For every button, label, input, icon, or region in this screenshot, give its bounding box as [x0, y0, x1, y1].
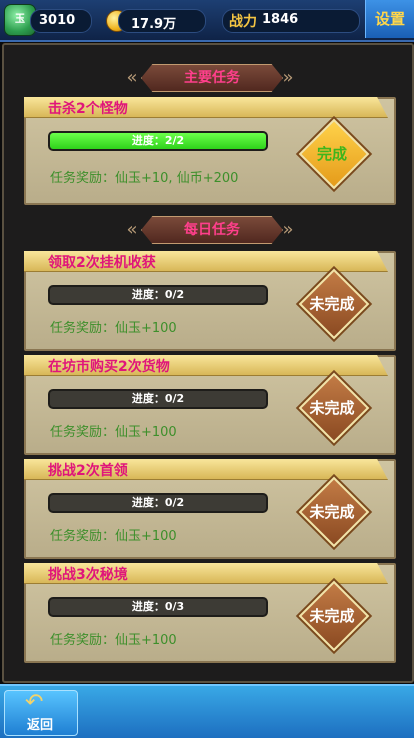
- settings-button[interactable]: 设置: [365, 0, 414, 38]
- main-task-heading: 主要任务: [141, 64, 283, 92]
- task-title: 领取2次挂机收获: [48, 255, 156, 271]
- daily-task-card: 挑战2次首领 进度：0/2 任务奖励：仙玉+100 未完成: [24, 459, 396, 559]
- task-title: 挑战2次首领: [48, 463, 128, 479]
- progress-bar: 进度：0/2: [48, 285, 268, 305]
- back-arrow-icon: ↶: [25, 690, 44, 715]
- daily-task-heading: 每日任务: [141, 216, 283, 244]
- daily-task-card: 挑战3次秘境 进度：0/3 任务奖励：仙玉+100 未完成: [24, 563, 396, 663]
- complete-button-label: 完成: [316, 145, 347, 163]
- task-reward: 任务奖励：仙玉+100: [50, 425, 177, 440]
- daily-task-card: 在坊市购买2次货物 进度：0/2 任务奖励：仙玉+100 未完成: [24, 355, 396, 455]
- bottom-bar: ↶ 返回: [0, 684, 414, 738]
- task-title: 在坊市购买2次货物: [48, 359, 170, 375]
- progress-bar: 进度：0/3: [48, 597, 268, 617]
- task-reward: 任务奖励：仙玉+100: [50, 321, 177, 336]
- back-button-label: 返回: [27, 718, 54, 733]
- progress-text: 进度：0/2: [131, 392, 185, 405]
- jade-value: 3010: [39, 13, 76, 28]
- task-title: 击杀2个怪物: [48, 101, 128, 117]
- progress-text: 进度：2/2: [131, 134, 185, 147]
- task-reward: 任务奖励：仙玉+100: [50, 529, 177, 544]
- progress-text: 进度：0/3: [131, 600, 185, 613]
- progress-text: 进度：0/2: [131, 496, 185, 509]
- task-title: 挑战3次秘境: [48, 567, 128, 583]
- progress-bar: 进度：0/2: [48, 493, 268, 513]
- incomplete-button-label: 未完成: [309, 399, 355, 417]
- incomplete-button-label: 未完成: [309, 295, 355, 313]
- daily-task-card: 领取2次挂机收获 进度：0/2 任务奖励：仙玉+100 未完成: [24, 251, 396, 351]
- progress-bar: 进度：2/2: [48, 131, 268, 151]
- power-value: 1846: [262, 12, 299, 27]
- coin-value: 17.9万: [131, 17, 177, 32]
- power-label: 战力: [229, 14, 257, 30]
- left-ornament-icon: «: [126, 219, 138, 240]
- task-reward: 任务奖励：仙玉+100: [50, 633, 177, 648]
- progress-bar: 进度：0/2: [48, 389, 268, 409]
- left-ornament-icon: «: [126, 67, 138, 88]
- top-status-bar: 玉 3010 17.9万 战力 1846 设置: [0, 0, 414, 42]
- task-reward: 任务奖励：仙玉+10, 仙币+200: [50, 171, 239, 186]
- right-ornament-icon: »: [282, 219, 294, 240]
- task-panel: « 主要任务 » 击杀2个怪物 进度：2/2 任务奖励：仙玉+10, 仙币+20…: [2, 43, 414, 683]
- jade-counter: 3010: [30, 9, 92, 33]
- incomplete-button-label: 未完成: [309, 503, 355, 521]
- incomplete-button-label: 未完成: [309, 607, 355, 625]
- main-task-card: 击杀2个怪物 进度：2/2 任务奖励：仙玉+10, 仙币+200 完成: [24, 97, 396, 205]
- right-ornament-icon: »: [282, 67, 294, 88]
- coin-counter: 17.9万: [118, 9, 206, 33]
- progress-text: 进度：0/2: [131, 288, 185, 301]
- back-button[interactable]: ↶ 返回: [4, 690, 78, 736]
